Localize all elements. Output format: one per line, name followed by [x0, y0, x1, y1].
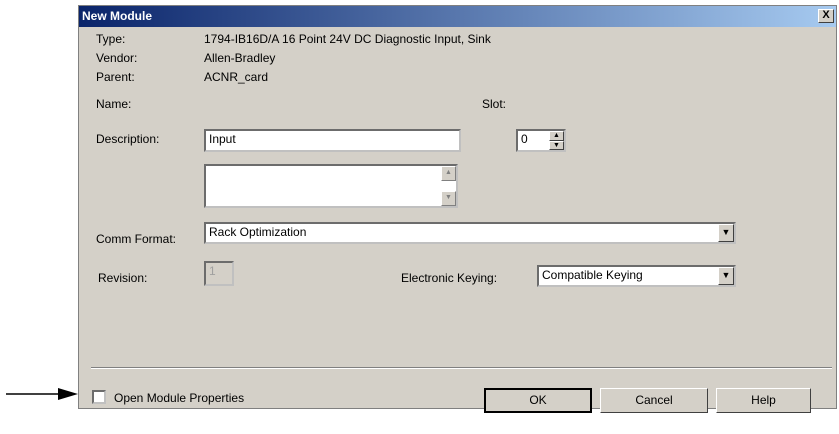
comm-format-select[interactable]: Rack Optimization ▼ [204, 222, 736, 244]
comm-format-value: Rack Optimization [209, 225, 307, 239]
electronic-keying-label: Electronic Keying: [401, 271, 498, 285]
dialog-title: New Module [82, 9, 153, 23]
parent-value: ACNR_card [204, 70, 269, 84]
pointer-arrow-icon [6, 388, 78, 400]
cancel-button[interactable]: Cancel [600, 388, 708, 413]
vendor-value: Allen-Bradley [204, 51, 276, 65]
description-label: Description: [96, 132, 160, 146]
electronic-keying-value: Compatible Keying [542, 268, 643, 282]
comm-format-dropdown-icon[interactable]: ▼ [718, 224, 734, 242]
comm-format-label: Comm Format: [96, 232, 177, 246]
electronic-keying-select[interactable]: Compatible Keying ▼ [537, 265, 736, 287]
revision-value: 1 [209, 264, 216, 278]
type-label: Type: [96, 32, 126, 46]
new-module-dialog: New Module X Type: 1794-IB16D/A 16 Point… [78, 5, 837, 413]
title-bar: New Module X [79, 6, 836, 27]
revision-field: 1 [204, 261, 234, 286]
revision-label: Revision: [98, 271, 148, 285]
slot-label: Slot: [482, 97, 507, 111]
open-module-properties-label[interactable]: Open Module Properties [114, 391, 244, 405]
name-input[interactable]: Input [204, 129, 461, 152]
description-scroll-up-icon[interactable]: ▲ [441, 166, 456, 181]
type-value: 1794-IB16D/A 16 Point 24V DC Diagnostic … [204, 32, 491, 46]
close-button[interactable]: X [818, 9, 834, 23]
name-input-value: Input [209, 132, 236, 146]
help-button[interactable]: Help [716, 388, 811, 413]
slot-value: 0 [521, 132, 528, 146]
name-label: Name: [96, 97, 132, 111]
parent-label: Parent: [96, 70, 135, 84]
slot-stepper[interactable]: 0 ▲ ▼ [516, 129, 566, 152]
open-module-properties-checkbox[interactable] [92, 390, 106, 404]
description-scroll-down-icon[interactable]: ▼ [441, 191, 456, 206]
vendor-label: Vendor: [96, 51, 138, 65]
slot-down-icon[interactable]: ▼ [549, 140, 564, 150]
electronic-keying-dropdown-icon[interactable]: ▼ [718, 267, 734, 285]
ok-button[interactable]: OK [484, 388, 592, 413]
separator-highlight [91, 368, 832, 369]
description-textarea[interactable]: ▲ ▼ [204, 164, 458, 208]
slot-up-icon[interactable]: ▲ [549, 131, 564, 141]
